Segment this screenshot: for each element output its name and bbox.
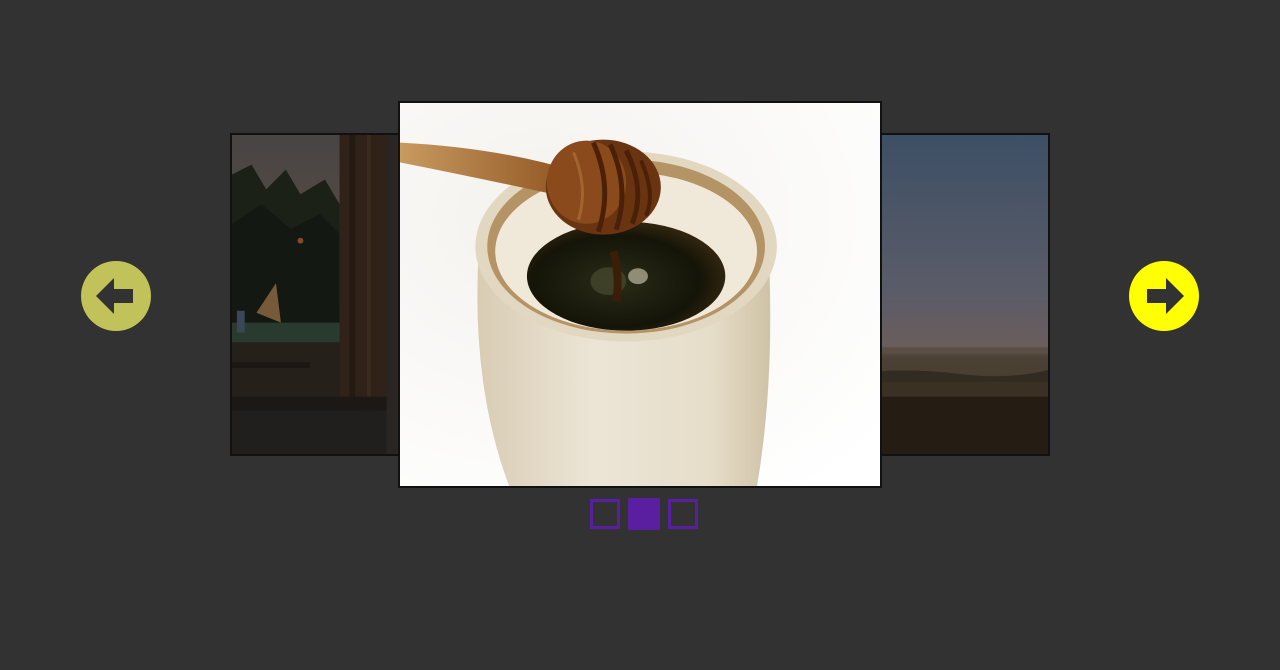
slide-indicator-2[interactable] bbox=[628, 498, 660, 530]
honey-pot-image bbox=[400, 103, 880, 486]
next-slide-button[interactable] bbox=[1129, 261, 1199, 331]
window-forest-image bbox=[232, 135, 408, 454]
slide-indicator-3[interactable] bbox=[668, 499, 698, 529]
carousel-pagination bbox=[590, 498, 698, 530]
carousel-slide-current[interactable] bbox=[398, 101, 882, 488]
arrow-left-circle-icon bbox=[81, 261, 151, 331]
arrow-right-circle-icon bbox=[1129, 261, 1199, 331]
slide-indicator-1[interactable] bbox=[590, 499, 620, 529]
previous-slide-button[interactable] bbox=[81, 261, 151, 331]
carousel-slide-next[interactable] bbox=[870, 133, 1050, 456]
carousel-slide-previous[interactable] bbox=[230, 133, 410, 456]
field-dusk-image bbox=[872, 135, 1048, 454]
image-carousel bbox=[0, 0, 1280, 670]
